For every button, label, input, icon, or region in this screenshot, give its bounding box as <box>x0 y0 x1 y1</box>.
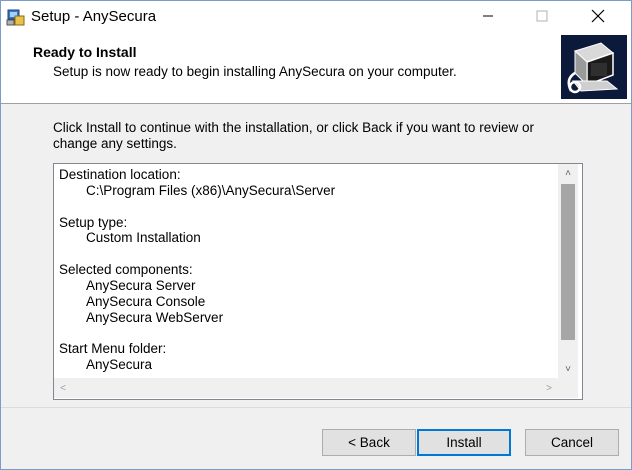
cancel-button[interactable]: Cancel <box>525 429 619 456</box>
scroll-left-icon[interactable]: ˂ <box>54 378 72 398</box>
memo-heading-line: Setup type: <box>59 214 128 230</box>
memo-value-line: AnySecura WebServer <box>86 309 224 325</box>
memo-blank-line <box>59 246 554 262</box>
close-icon <box>591 9 605 26</box>
memo-content: Destination location: C:\Program Files (x… <box>59 167 554 373</box>
memo-heading-line: Selected components: <box>59 262 193 278</box>
memo-value-line: AnySecura Console <box>86 293 206 309</box>
footer-divider <box>1 407 631 408</box>
instruction-text: Click Install to continue with the insta… <box>53 120 534 151</box>
back-button[interactable]: < Back <box>322 429 416 456</box>
scroll-up-icon[interactable]: ˄ <box>558 164 578 182</box>
memo-value-line: Custom Installation <box>86 230 201 246</box>
wizard-body: Click Install to continue with the insta… <box>1 104 631 406</box>
install-button[interactable]: Install <box>417 429 511 456</box>
maximize-button[interactable] <box>519 1 565 33</box>
installer-computer-icon <box>561 35 627 99</box>
memo-blank-line <box>59 325 554 341</box>
scrollbar-corner <box>558 378 578 398</box>
setup-window: Setup - AnySecura Ready to Install Setup… <box>0 0 632 470</box>
setup-app-icon <box>6 7 26 27</box>
page-subtitle: Setup is now ready to begin installing A… <box>53 64 457 79</box>
maximize-icon <box>536 10 548 25</box>
memo-heading-line: Start Menu folder: <box>59 341 167 357</box>
memo-value-line: C:\Program Files (x86)\AnySecura\Server <box>86 182 336 198</box>
scroll-right-icon[interactable]: ˃ <box>540 378 558 398</box>
window-title: Setup - AnySecura <box>31 8 157 25</box>
close-button[interactable] <box>575 1 621 33</box>
minimize-icon <box>482 10 494 25</box>
memo-value-line: AnySecura Server <box>86 277 196 293</box>
minimize-button[interactable] <box>465 1 511 33</box>
scroll-thumb[interactable] <box>561 184 575 340</box>
memo-heading-line: Destination location: <box>59 167 181 182</box>
horizontal-scrollbar[interactable]: ˂ ˃ <box>54 378 558 398</box>
memo-value-line: AnySecura <box>86 357 153 373</box>
ready-memo[interactable]: Destination location: C:\Program Files (x… <box>53 163 583 400</box>
scroll-down-icon[interactable]: ˅ <box>558 360 578 378</box>
title-bar[interactable]: Setup - AnySecura <box>1 1 631 33</box>
vertical-scrollbar[interactable]: ˄ ˅ <box>558 164 578 378</box>
page-title: Ready to Install <box>33 44 137 60</box>
memo-blank-line <box>59 199 554 215</box>
wizard-header: Ready to Install Setup is now ready to b… <box>1 33 631 104</box>
